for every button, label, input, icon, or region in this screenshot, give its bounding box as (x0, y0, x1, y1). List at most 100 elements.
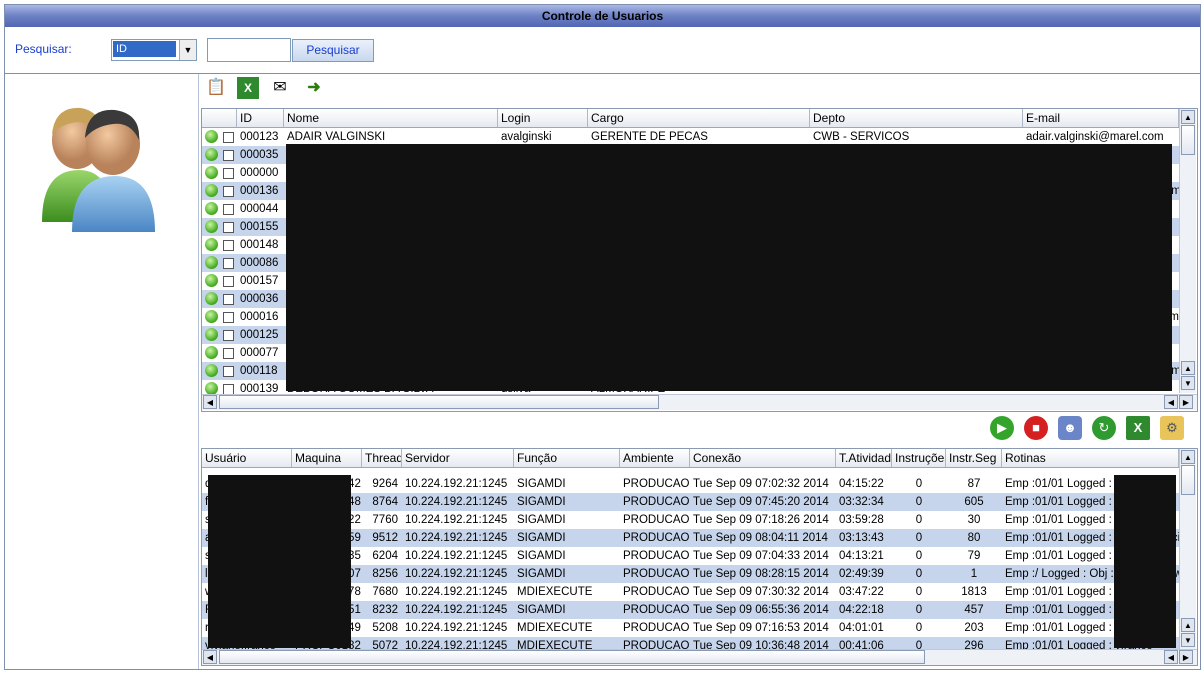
users-vscroll[interactable]: ▲ ▲ ▼ (1179, 109, 1196, 393)
cell-conexao: Tue Sep 09 07:18:26 2014 (693, 514, 829, 526)
status-online-icon (205, 184, 218, 197)
cell-iseg: 30 (967, 514, 981, 526)
connections-grid: Usuário Maquina Thread Servidor Função A… (201, 448, 1198, 666)
stop-icon[interactable]: ■ (1024, 416, 1048, 440)
cell-funcao: MDIEXECUTE (517, 622, 593, 634)
row-checkbox[interactable] (223, 132, 234, 143)
cell-id: 000148 (240, 239, 279, 251)
scroll-thumb[interactable] (1181, 125, 1195, 155)
row-checkbox[interactable] (223, 168, 234, 179)
cell-funcao: MDIEXECUTE (517, 586, 593, 598)
search-input[interactable] (207, 38, 291, 62)
connections-hscroll[interactable]: ◀ ◀ ▶ (202, 649, 1197, 665)
user-icon[interactable]: ☻ (1058, 416, 1082, 440)
scroll-thumb[interactable] (219, 650, 925, 664)
cell-ambiente: PRODUCAO (623, 568, 690, 580)
scroll-thumb[interactable] (1181, 465, 1195, 495)
status-online-icon (205, 310, 218, 323)
scroll-left-icon[interactable]: ◀ (1164, 650, 1178, 664)
scroll-up-icon[interactable]: ▲ (1181, 450, 1195, 464)
email-icon[interactable]: ✉ (269, 77, 291, 99)
row-checkbox[interactable] (223, 366, 234, 377)
row-checkbox[interactable] (223, 222, 234, 233)
scroll-left-icon[interactable]: ◀ (1164, 395, 1178, 409)
cell-funcao: SIGAMDI (517, 604, 566, 616)
col-instrucoes[interactable]: Instruções (892, 449, 946, 467)
connections-vscroll[interactable]: ▲ ▲ ▼ (1179, 449, 1196, 649)
col-nome[interactable]: Nome (284, 109, 498, 127)
row-checkbox[interactable] (223, 150, 234, 161)
row-checkbox[interactable] (223, 258, 234, 269)
col-status (202, 109, 237, 127)
exit-icon[interactable]: ➜ (303, 77, 325, 99)
col-ambiente[interactable]: Ambiente (620, 449, 690, 467)
row-checkbox[interactable] (223, 204, 234, 215)
cell-servidor: 10.224.192.21:1245 (405, 604, 508, 616)
cell-servidor: 10.224.192.21:1245 (405, 568, 508, 580)
col-login[interactable]: Login (498, 109, 588, 127)
col-usuario[interactable]: Usuário (202, 449, 292, 467)
scroll-down-icon[interactable]: ▼ (1181, 633, 1195, 647)
col-cargo[interactable]: Cargo (588, 109, 810, 127)
status-online-icon (205, 130, 218, 143)
cell-tativ: 03:59:28 (839, 514, 884, 526)
cell-conexao: Tue Sep 09 07:16:53 2014 (693, 622, 829, 634)
play-icon[interactable]: ▶ (990, 416, 1014, 440)
row-checkbox[interactable] (223, 294, 234, 305)
col-instrseg[interactable]: Instr.Seg (946, 449, 1002, 467)
cell-instr: 0 (915, 586, 923, 598)
scroll-up-icon[interactable]: ▲ (1181, 110, 1195, 124)
cell-funcao: SIGAMDI (517, 514, 566, 526)
cell-servidor: 10.224.192.21:1245 (405, 622, 508, 634)
cell-funcao: SIGAMDI (517, 568, 566, 580)
cell-instr: 0 (915, 496, 923, 508)
clipboard-icon[interactable]: 📋 (205, 77, 227, 99)
col-rotinas[interactable]: Rotinas (1002, 449, 1179, 467)
cell-iseg: 1813 (961, 586, 987, 598)
row-checkbox[interactable] (223, 348, 234, 359)
cell-id: 000125 (240, 329, 279, 341)
cell-id: 000123 (240, 131, 279, 143)
scroll-left-icon[interactable]: ◀ (203, 395, 217, 409)
row-checkbox[interactable] (223, 312, 234, 323)
scroll-up-icon[interactable]: ▲ (1181, 361, 1195, 375)
row-checkbox[interactable] (223, 186, 234, 197)
row-checkbox[interactable] (223, 276, 234, 287)
chevron-down-icon[interactable]: ▼ (179, 40, 196, 60)
cell-thread: 7760 (372, 514, 398, 526)
cell-instr: 0 (915, 604, 923, 616)
users-hscroll[interactable]: ◀ ◀ ▶ (202, 394, 1197, 410)
col-servidor[interactable]: Servidor (402, 449, 514, 467)
scroll-thumb[interactable] (219, 395, 659, 409)
cell-ambiente: PRODUCAO (623, 478, 690, 490)
col-tatividade[interactable]: T.Atividade (836, 449, 892, 467)
users-grid: ID Nome Login Cargo Depto E-mail 000123 A… (201, 108, 1198, 412)
refresh-icon[interactable]: ↻ (1092, 416, 1116, 440)
search-button[interactable]: Pesquisar (292, 39, 374, 62)
search-field-select[interactable]: ID ▼ (111, 39, 197, 61)
scroll-left-icon[interactable]: ◀ (203, 650, 217, 664)
scroll-up-icon[interactable]: ▲ (1181, 618, 1195, 632)
cell-instr: 0 (915, 532, 923, 544)
search-field-value: ID (113, 41, 176, 57)
excel-icon[interactable]: X (1126, 416, 1150, 440)
excel-icon[interactable]: X (237, 77, 259, 99)
scroll-down-icon[interactable]: ▼ (1181, 376, 1195, 390)
scroll-right-icon[interactable]: ▶ (1179, 650, 1193, 664)
row-checkbox[interactable] (223, 240, 234, 251)
col-id[interactable]: ID (237, 109, 284, 127)
cell-id: 000044 (240, 203, 279, 215)
cell-thread: 8232 (372, 604, 398, 616)
col-conexao[interactable]: Conexão (690, 449, 836, 467)
row-checkbox[interactable] (223, 330, 234, 341)
cell-thread: 8764 (372, 496, 398, 508)
col-funcao[interactable]: Função (514, 449, 620, 467)
col-depto[interactable]: Depto (810, 109, 1023, 127)
col-email[interactable]: E-mail (1023, 109, 1179, 127)
settings-icon[interactable]: ⚙ (1160, 416, 1184, 440)
users-icon (42, 107, 155, 232)
col-maquina[interactable]: Maquina (292, 449, 362, 467)
scroll-right-icon[interactable]: ▶ (1179, 395, 1193, 409)
cell-id: 000036 (240, 293, 279, 305)
col-thread[interactable]: Thread (362, 449, 402, 467)
